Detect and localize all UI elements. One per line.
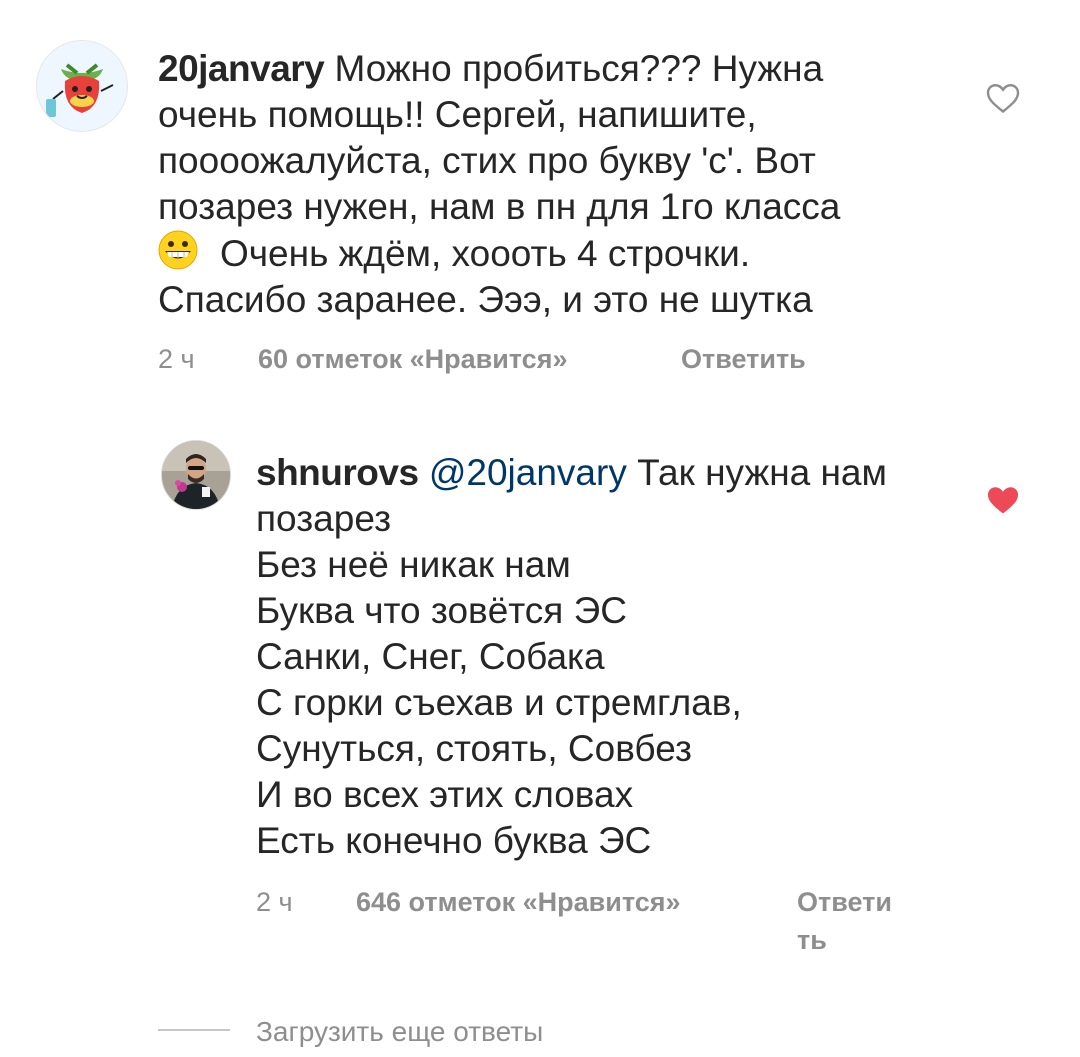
reply-line-1: Так нужна нам xyxy=(637,452,887,493)
comment-line-6: Спасибо заранее. Эээ, и это не шутка xyxy=(158,279,813,320)
comment-username[interactable]: 20janvary xyxy=(158,48,325,89)
strawberry-avatar-icon xyxy=(37,41,127,131)
comment-text: 20janvary Можно пробиться??? Нужна очень… xyxy=(158,46,958,323)
comment-line-3: поооожалуйста, стих про букву 'с'. Вот xyxy=(158,140,816,181)
reply-reply-button[interactable]: Ответить xyxy=(797,883,897,959)
reply-line-2: позарез xyxy=(256,498,392,539)
comment-line-5: Очень ждём, хоооть 4 строчки. xyxy=(220,233,751,274)
reply-mention-link[interactable]: @20janvary xyxy=(429,452,627,493)
reply-line-6: С горки съехав и стремглав, xyxy=(256,682,742,723)
comment-likes-count[interactable]: 60 отметок «Нравится» xyxy=(258,340,567,378)
reply-username[interactable]: shnurovs xyxy=(256,452,419,493)
reply-line-9: Есть конечно буква ЭС xyxy=(256,820,652,861)
man-with-flowers-avatar-icon xyxy=(162,441,230,509)
reply-text: shnurovs @20janvary Так нужна нам позаре… xyxy=(256,450,976,864)
avatar-shnurovs[interactable] xyxy=(161,440,231,510)
reply-time: 2 ч xyxy=(256,887,293,917)
avatar-20janvary[interactable] xyxy=(36,40,128,132)
load-more-divider xyxy=(158,1029,230,1031)
comment-time: 2 ч xyxy=(158,344,195,374)
reply-line-5: Санки, Снег, Собака xyxy=(256,636,605,677)
reply-line-4: Буква что зовётся ЭС xyxy=(256,590,627,631)
reply-likes-count[interactable]: 646 отметок «Нравится» xyxy=(356,883,680,921)
reply-line-3: Без неё никак нам xyxy=(256,544,571,585)
grinning-face-emoji-icon xyxy=(158,230,198,270)
like-heart-outline-icon[interactable] xyxy=(985,80,1021,116)
comment-reply-button[interactable]: Ответить xyxy=(681,340,806,378)
comment-line-1: Можно пробиться??? Нужна xyxy=(334,48,824,89)
comment-line-2: очень помощь!! Сергей, напишите, xyxy=(158,94,757,135)
like-heart-filled-icon[interactable] xyxy=(985,482,1021,518)
load-more-label: Загрузить еще ответы xyxy=(256,1016,544,1047)
reply-line-7: Сунуться, стоять, Совбез xyxy=(256,728,692,769)
comment-line-4: позарез нужен, нам в пн для 1го класса xyxy=(158,186,841,227)
reply-line-8: И во всех этих словах xyxy=(256,774,634,815)
